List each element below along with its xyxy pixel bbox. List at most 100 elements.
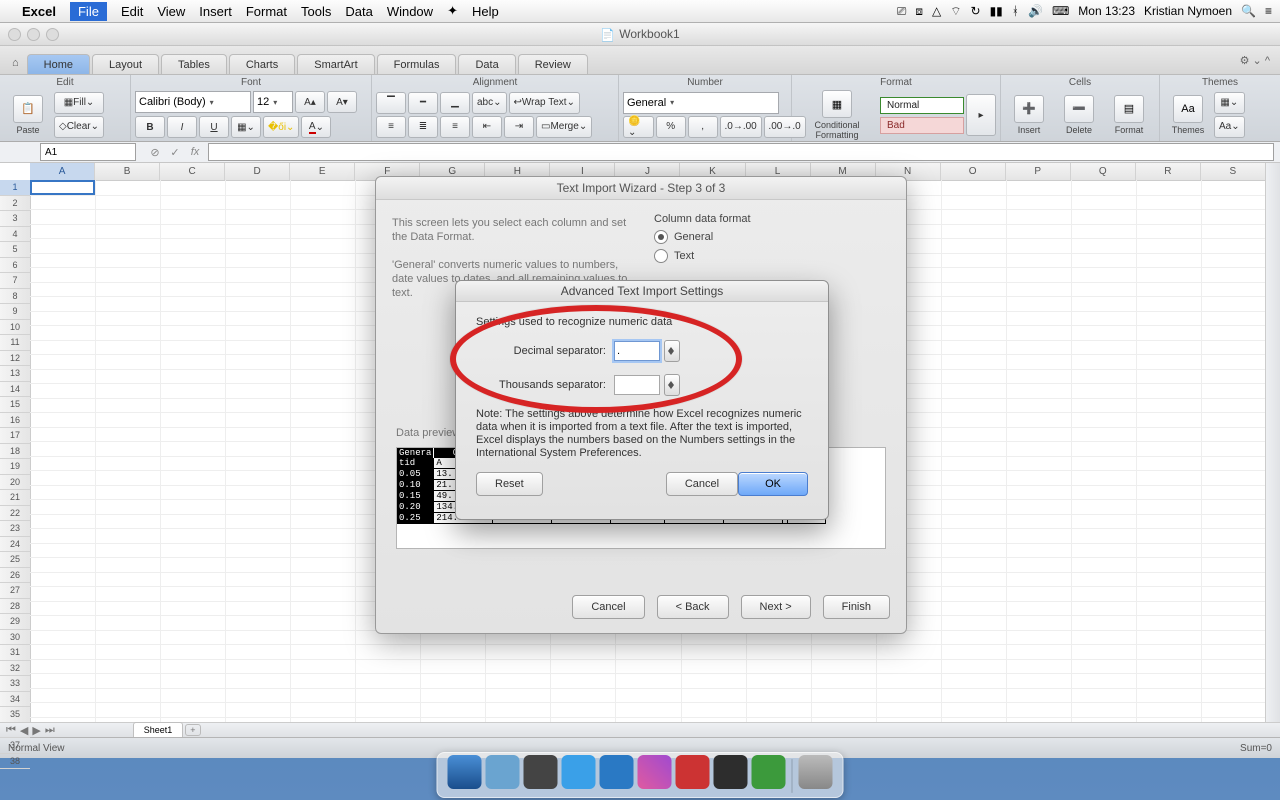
tab-layout[interactable]: Layout <box>92 54 159 74</box>
tab-formulas[interactable]: Formulas <box>377 54 457 74</box>
underline-button[interactable]: U <box>199 116 229 138</box>
align-center-button[interactable]: ≣ <box>408 116 438 138</box>
user-name[interactable]: Kristian Nymoen <box>1144 4 1232 18</box>
dock-terminal-icon[interactable] <box>714 755 748 789</box>
battery-icon[interactable]: ▮▮ <box>990 4 1003 18</box>
font-size-select[interactable]: 12▾ <box>253 91 293 113</box>
dock-app-icon[interactable] <box>638 755 672 789</box>
sheet-nav-prev-icon[interactable]: ◀ <box>20 724 28 737</box>
keyboard-layout-icon[interactable]: ⌨ <box>1052 4 1069 18</box>
gdrive-icon[interactable]: △ <box>932 4 941 18</box>
menu-tools[interactable]: Tools <box>301 4 331 19</box>
sheet-tab-1[interactable]: Sheet1 <box>133 722 184 737</box>
add-sheet-button[interactable]: + <box>185 724 200 736</box>
name-box[interactable]: A1 <box>40 143 136 161</box>
tab-home[interactable]: Home <box>27 54 90 74</box>
menu-help[interactable]: Help <box>472 4 499 19</box>
ribbon-options-icon[interactable]: ⚙ ⌄ ^ <box>1240 54 1270 67</box>
notification-center-icon[interactable]: ≡ <box>1265 4 1272 18</box>
increase-decimal-button[interactable]: .0→.00 <box>720 116 762 138</box>
spotlight-icon[interactable]: 🔍 <box>1241 4 1256 18</box>
advanced-reset-button[interactable]: Reset <box>476 472 543 496</box>
style-bad[interactable]: Bad <box>880 117 964 134</box>
style-normal[interactable]: Normal <box>880 97 964 114</box>
align-right-button[interactable]: ≡ <box>440 116 470 138</box>
radio-text[interactable]: Text <box>654 249 751 263</box>
menu-format[interactable]: Format <box>246 4 287 19</box>
row-headers[interactable]: 1234567891011121314151617181920212223242… <box>0 180 31 723</box>
window-zoom-button[interactable] <box>46 28 59 41</box>
radio-general[interactable]: General <box>654 230 751 244</box>
wrap-text-button[interactable]: ↩ Wrap Text ⌄ <box>509 92 580 114</box>
delete-cells-button[interactable]: ➖Delete <box>1055 93 1103 137</box>
formula-bar[interactable] <box>208 143 1274 161</box>
enter-edit-icon[interactable]: ✓ <box>168 146 182 159</box>
tab-charts[interactable]: Charts <box>229 54 295 74</box>
bold-button[interactable]: B <box>135 116 165 138</box>
sheet-nav-last-icon[interactable]: ⏭ <box>45 724 55 737</box>
menu-edit[interactable]: Edit <box>121 4 143 19</box>
conditional-formatting-button[interactable]: ▦Conditional Formatting <box>796 88 878 142</box>
themes-button[interactable]: AaThemes <box>1164 93 1212 137</box>
menu-insert[interactable]: Insert <box>199 4 232 19</box>
tab-review[interactable]: Review <box>518 54 588 74</box>
wizard-next-button[interactable]: Next > <box>741 595 811 619</box>
font-name-select[interactable]: Calibri (Body)▾ <box>135 91 251 113</box>
dock-mail-icon[interactable] <box>486 755 520 789</box>
fill-button[interactable]: ▦ Fill ⌄ <box>54 92 104 114</box>
dropbox-icon[interactable]: ⧈ <box>915 4 923 19</box>
orientation-button[interactable]: abc⌄ <box>472 92 507 114</box>
comma-button[interactable]: , <box>688 116 718 138</box>
align-top-button[interactable]: ▔ <box>376 92 406 114</box>
paste-button[interactable]: 📋Paste <box>4 93 52 137</box>
wizard-finish-button[interactable]: Finish <box>823 595 890 619</box>
align-middle-button[interactable]: ━ <box>408 92 438 114</box>
sheet-nav-next-icon[interactable]: ▶ <box>32 724 40 737</box>
thousands-separator-stepper[interactable] <box>664 374 680 396</box>
vertical-scrollbar[interactable] <box>1265 163 1280 723</box>
fontcolor-button[interactable]: A⌄ <box>301 116 331 138</box>
wizard-back-button[interactable]: < Back <box>657 595 729 619</box>
fx-icon[interactable]: fx <box>188 146 202 159</box>
menu-view[interactable]: View <box>157 4 185 19</box>
tab-tables[interactable]: Tables <box>161 54 227 74</box>
clear-button[interactable]: ◇ Clear ⌄ <box>54 116 104 138</box>
cancel-edit-icon[interactable]: ⊘ <box>148 146 162 159</box>
theme-colors-button[interactable]: ▦⌄ <box>1214 92 1245 114</box>
theme-fonts-button[interactable]: Aa⌄ <box>1214 116 1245 138</box>
macos-dock[interactable] <box>437 752 844 798</box>
ribbon-home-icon[interactable]: ⌂ <box>4 54 27 72</box>
number-format-select[interactable]: General▾ <box>623 92 779 114</box>
clock[interactable]: Mon 13:23 <box>1078 4 1135 18</box>
advanced-cancel-button[interactable]: Cancel <box>666 472 738 496</box>
advanced-ok-button[interactable]: OK <box>738 472 808 496</box>
window-minimize-button[interactable] <box>27 28 40 41</box>
window-close-button[interactable] <box>8 28 21 41</box>
grow-font-button[interactable]: A▴ <box>295 91 325 113</box>
dock-app-icon[interactable] <box>600 755 634 789</box>
decimal-separator-stepper[interactable] <box>664 340 680 362</box>
fillcolor-button[interactable]: �ői⌄ <box>263 116 299 138</box>
percent-button[interactable]: % <box>656 116 686 138</box>
app-name[interactable]: Excel <box>22 4 56 19</box>
bluetooth-icon[interactable]: ᚼ <box>1012 4 1019 18</box>
increase-indent-button[interactable]: ⇥ <box>504 116 534 138</box>
dock-trash-icon[interactable] <box>799 755 833 789</box>
wifi-icon[interactable]: ⌔ <box>950 4 961 19</box>
sheet-nav-first-icon[interactable]: ⏮ <box>6 724 16 737</box>
dock-opera-icon[interactable] <box>676 755 710 789</box>
align-bottom-button[interactable]: ▁ <box>440 92 470 114</box>
merge-button[interactable]: ▭ Merge ⌄ <box>536 116 592 138</box>
dock-excel-icon[interactable] <box>752 755 786 789</box>
align-left-button[interactable]: ≡ <box>376 116 406 138</box>
menu-data[interactable]: Data <box>345 4 372 19</box>
script-menu-icon[interactable]: ✦ <box>447 3 458 19</box>
shrink-font-button[interactable]: A▾ <box>327 91 357 113</box>
dock-skype-icon[interactable] <box>562 755 596 789</box>
display-icon[interactable]: ⎚ <box>897 4 907 19</box>
dock-app-icon[interactable] <box>524 755 558 789</box>
timemachine-icon[interactable]: ↻ <box>971 4 981 18</box>
volume-icon[interactable]: 🔊 <box>1028 4 1043 18</box>
borders-button[interactable]: ▦⌄ <box>231 116 261 138</box>
wizard-cancel-button[interactable]: Cancel <box>572 595 644 619</box>
